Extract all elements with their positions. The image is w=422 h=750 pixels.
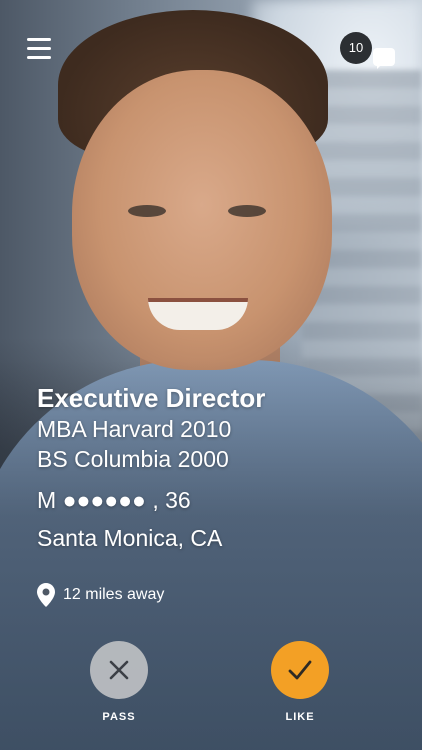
like-label: LIKE bbox=[285, 711, 315, 723]
pass-label: PASS bbox=[102, 711, 136, 723]
age-label: , 36 bbox=[152, 487, 191, 513]
profile-info: Executive Director MBA Harvard 2010 BS C… bbox=[37, 382, 265, 553]
location-pin-icon bbox=[37, 583, 55, 607]
x-icon bbox=[109, 660, 129, 680]
photo-eye-right bbox=[228, 205, 266, 217]
hamburger-menu-icon[interactable] bbox=[27, 38, 51, 60]
gender-label: M bbox=[37, 487, 57, 513]
messages-button[interactable]: 10 bbox=[340, 32, 402, 72]
location-label: Santa Monica, CA bbox=[37, 525, 223, 551]
photo-eye-left bbox=[128, 205, 166, 217]
message-count-badge: 10 bbox=[340, 32, 372, 64]
pass-action: PASS bbox=[90, 641, 148, 723]
pass-button[interactable] bbox=[90, 641, 148, 699]
profile-title: Executive Director bbox=[37, 383, 266, 413]
distance-row: 12 miles away bbox=[37, 583, 164, 607]
education-line-1: MBA Harvard 2010 bbox=[37, 416, 232, 442]
gender-age-line: M ●●●●●● , 36 bbox=[37, 485, 265, 515]
name-mask: ●●●●●● bbox=[62, 487, 146, 513]
like-button[interactable] bbox=[271, 641, 329, 699]
checkmark-icon bbox=[288, 660, 312, 680]
profile-photo bbox=[0, 0, 422, 750]
education-line-2: BS Columbia 2000 bbox=[37, 446, 229, 472]
chat-bubble-icon bbox=[373, 48, 395, 69]
distance-label: 12 miles away bbox=[63, 586, 165, 603]
like-action: LIKE bbox=[271, 641, 329, 723]
